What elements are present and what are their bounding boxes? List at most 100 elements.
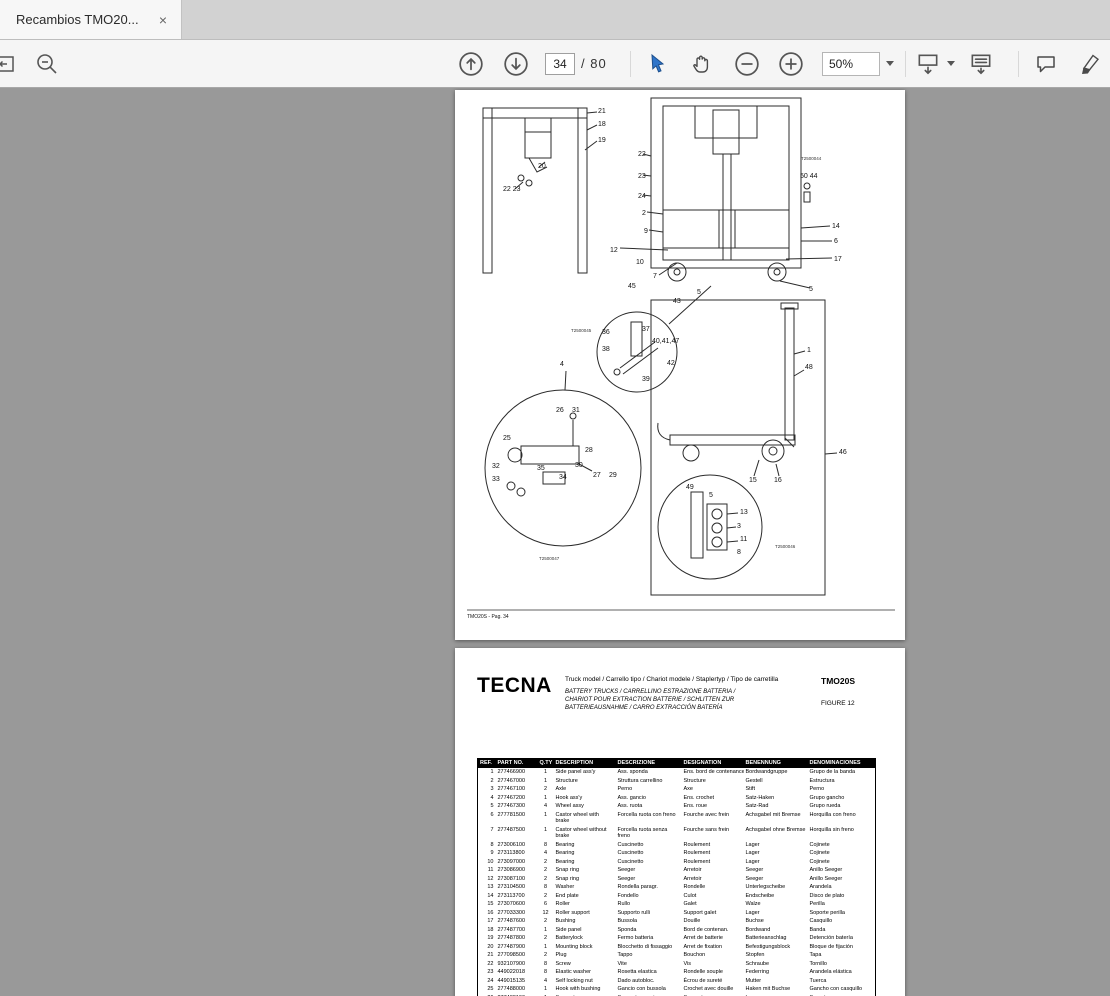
table-cell: Ass. sponda xyxy=(617,769,648,775)
table-cell: Cuscinetto xyxy=(617,841,644,848)
tab-title: Recambios TMO20... xyxy=(16,12,139,27)
table-row: 14 273113700 2 End plate Fondello Culot Endsch… xyxy=(478,892,876,901)
table-cell: Gancho con casquillo xyxy=(809,986,863,992)
part-number-label: 38 xyxy=(602,346,610,353)
part-number-label: 35 xyxy=(537,465,545,472)
parts-table: REF. PART NO. Q.TY DESCRIPTION DESCRIZIONE DE… xyxy=(477,758,876,996)
table-cell: 277467300 xyxy=(497,803,526,809)
table-cell: Seeger xyxy=(617,867,636,873)
next-page-button[interactable] xyxy=(503,51,529,77)
part-number-label: 15 xyxy=(749,477,757,484)
table-cell: Ens. roue xyxy=(683,803,708,809)
table-cell: 1 xyxy=(543,986,548,992)
table-cell: Anillo Seeger xyxy=(809,875,843,882)
highlight-tool-icon[interactable] xyxy=(1079,52,1103,76)
page-number-input[interactable] xyxy=(545,52,575,75)
comment-icon[interactable] xyxy=(1034,52,1058,76)
part-number-label: 31 xyxy=(572,407,580,414)
table-cell: Schraube xyxy=(745,960,770,967)
table-cell: Dado autobloc. xyxy=(617,977,655,984)
table-cell: 273104500 xyxy=(497,884,526,890)
table-cell: Anillo Seeger xyxy=(809,867,843,873)
parts-header-row: REF. PART NO. Q.TY DESCRIPTION DESCRIZIONE DE… xyxy=(477,758,876,768)
page2-header: TECNA Truck model / Carrello tipo / Char… xyxy=(477,674,887,712)
share-panel-icon[interactable] xyxy=(0,52,17,76)
column-header: DENOMINACIONES xyxy=(807,758,876,768)
table-cell: Cojinete xyxy=(809,858,830,865)
table-cell: Perno xyxy=(809,786,825,792)
part-number-label: 46 xyxy=(839,449,847,456)
document-tab[interactable]: Recambios TMO20... × xyxy=(0,0,182,39)
table-row: 3 277467100 2 Axle Perno Axe Stift Perno xyxy=(478,785,876,794)
column-header: BENENNUNG xyxy=(743,758,808,768)
part-number-label: 6 xyxy=(834,238,838,245)
table-cell: Vite xyxy=(617,960,627,967)
table-cell: Cojinete xyxy=(809,841,830,848)
table-cell: 2 xyxy=(543,875,548,882)
part-number-label: 10 xyxy=(636,259,644,266)
table-row: 2 277467000 1 Structure Struttura carrellino… xyxy=(478,777,876,786)
zoom-in-button[interactable] xyxy=(778,51,804,77)
table-row: 15 273070600 6 Roller Rullo Galet Walze Perilla xyxy=(478,900,876,909)
truck-model-line: Truck model / Carrello tipo / Chariot mo… xyxy=(565,676,779,683)
table-cell: Federring xyxy=(745,969,770,975)
table-cell: 2 xyxy=(543,858,548,865)
table-cell: Roller xyxy=(555,901,570,907)
table-cell: Bushing xyxy=(555,918,576,924)
table-cell: Arret de fixation xyxy=(683,943,723,950)
zoom-level-dropdown[interactable]: 50% xyxy=(822,51,894,76)
table-cell: Plug xyxy=(555,952,567,958)
table-cell: Castor wheel with brake xyxy=(555,811,599,825)
table-cell: Culot xyxy=(683,892,697,899)
table-cell: Hook with bushing xyxy=(555,986,601,992)
table-row: 12 273087100 2 Snap ring Seeger Arretoir Seege… xyxy=(478,875,876,884)
table-cell: Buchse xyxy=(745,918,764,924)
table-cell: 10 xyxy=(487,858,494,865)
toolbar-separator xyxy=(905,51,906,77)
document-viewport[interactable]: 21 18 19 20 22 23 22 23 24 2 9 12 10 7 45 43 5 50 44 14 6 1… xyxy=(0,88,1110,996)
table-cell: Bouchon xyxy=(683,952,706,958)
table-row: 10 273097000 2 Bearing Cuscinetto Roulement La… xyxy=(478,858,876,867)
previous-page-button[interactable] xyxy=(458,51,484,77)
table-cell: Fourche sans frein xyxy=(683,826,730,833)
table-row: 24 449015135 4 Self locking nut Dado autoblo… xyxy=(478,977,876,986)
part-number-label: 5 xyxy=(809,286,813,293)
toolbar-separator xyxy=(630,51,631,77)
table-cell: Batterieanschlag xyxy=(745,935,787,941)
part-number-label: 27 xyxy=(593,472,601,479)
table-cell: 4 xyxy=(543,803,548,809)
hand-tool-icon[interactable] xyxy=(691,52,715,76)
table-cell: Perno xyxy=(617,786,633,792)
table-cell: 12 xyxy=(542,909,549,916)
table-cell: 277467000 xyxy=(497,777,526,784)
table-row: 1 277466900 1 Side panel ass'y Ass. sponda En… xyxy=(478,768,876,777)
page-number-group: / 80 xyxy=(545,52,607,75)
table-cell: Roller support xyxy=(555,909,590,916)
scrolling-mode-icon[interactable] xyxy=(968,51,994,77)
table-cell: Banda xyxy=(809,926,826,933)
table-cell: 24 xyxy=(487,977,494,984)
table-cell: Forcella ruota senza freno xyxy=(617,826,668,840)
table-cell: Gancio con bussola xyxy=(617,986,666,992)
table-cell: Washer xyxy=(555,884,575,890)
table-cell: 277487800 xyxy=(497,935,526,941)
page-display-dropdown[interactable] xyxy=(915,51,955,77)
marquee-zoom-icon[interactable] xyxy=(34,51,60,77)
table-cell: Lager xyxy=(745,909,760,916)
part-number-label: 14 xyxy=(832,223,840,230)
select-tool-icon[interactable] xyxy=(648,53,668,75)
table-cell: Stopfen xyxy=(745,952,765,958)
table-cell: Side panel xyxy=(555,926,582,933)
tab-close-icon[interactable]: × xyxy=(155,12,171,28)
table-cell: 4 xyxy=(543,977,548,984)
truck-model-code: TMO20S xyxy=(821,676,856,686)
table-cell: Arandela elástica xyxy=(809,969,852,975)
table-cell: Unterlegscheibe xyxy=(745,884,786,890)
zoom-out-button[interactable] xyxy=(734,51,760,77)
table-cell: Blocchetto di fissaggio xyxy=(617,943,673,950)
part-number-label: 7 xyxy=(653,273,657,280)
pdf-toolbar: / 80 50% xyxy=(0,40,1110,88)
table-cell: Castor wheel without brake xyxy=(555,826,607,840)
table-cell: Hook ass'y xyxy=(555,794,583,801)
table-cell: Roulement xyxy=(683,841,711,848)
